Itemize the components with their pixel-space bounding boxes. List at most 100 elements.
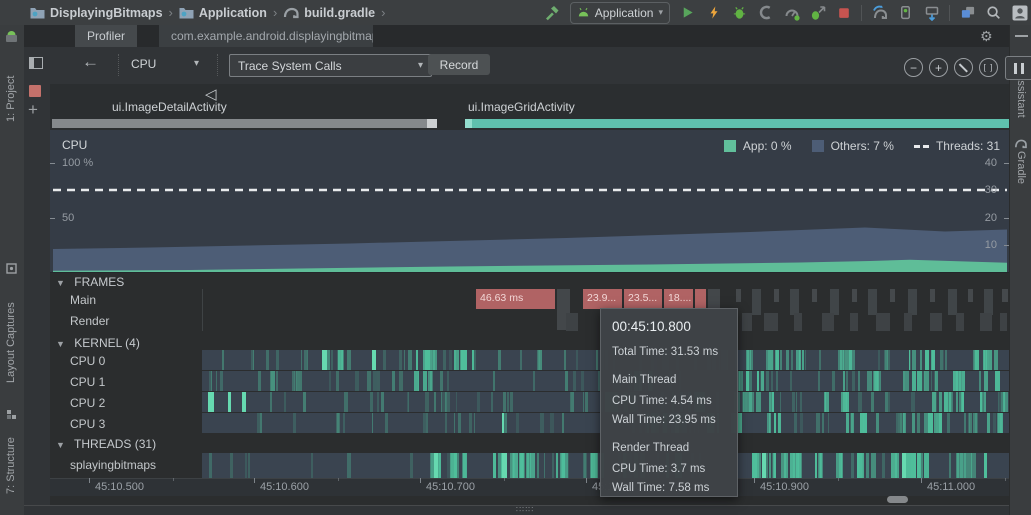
frame-bar-main <box>774 289 779 302</box>
frame-bar-render <box>566 313 578 331</box>
run-toolbar: Application ▾ <box>544 0 1028 25</box>
frames-row-main-label: Main <box>70 293 96 307</box>
gradle-tool-icon <box>1014 137 1028 149</box>
attach-debugger-icon[interactable] <box>809 4 826 21</box>
frame-bar-render <box>764 313 778 331</box>
project-structure-icon[interactable] <box>959 4 976 21</box>
stop-icon[interactable] <box>835 4 852 21</box>
tooltip-timestamp: 00:45:10.800 <box>612 319 726 336</box>
kernel-row-label: CPU 3 <box>70 417 105 431</box>
tool-window-tabbar: Profiler com.example.android.displayingb… <box>24 25 1009 47</box>
time-axis <box>50 478 1009 496</box>
cpu-usage-monitor[interactable]: CPU App: 0 % Others: 7 % Threads: 31 100… <box>50 130 1009 273</box>
sidebar-item-layout-captures[interactable]: Layout Captures <box>5 277 17 383</box>
gradle-sync-icon[interactable] <box>871 4 888 21</box>
sidebar-item-gradle[interactable]: Gradle <box>1015 151 1027 197</box>
breadcrumb-module[interactable]: Application <box>179 6 267 20</box>
frame-bar-main <box>868 289 877 315</box>
kernel-row-label: CPU 1 <box>70 375 105 389</box>
chevron-down-icon: ▾ <box>418 60 423 71</box>
axis-label: 10 <box>985 239 997 251</box>
tab-session[interactable]: com.example.android.displayingbitmaps (G… <box>159 25 373 47</box>
tab-profiler[interactable]: Profiler <box>75 25 137 47</box>
activity-bar-detail[interactable] <box>52 119 437 128</box>
device-manager-icon[interactable] <box>897 4 914 21</box>
frame-bar-render <box>980 313 992 331</box>
search-everywhere-icon[interactable] <box>985 4 1002 21</box>
frame-tooltip: 00:45:10.800 Total Time: 31.53 ms Main T… <box>600 308 738 497</box>
right-tool-strip: Assistant Gradle <box>1009 25 1031 515</box>
legend-threads: Threads: 31 <box>914 139 1000 153</box>
frame-bar-render <box>1000 313 1007 331</box>
project-tool-icon <box>5 30 18 43</box>
kernel-row-label: CPU 0 <box>70 354 105 368</box>
frame-bar-main <box>1002 289 1008 302</box>
frame-bar-render <box>794 313 802 331</box>
chevron-down-icon: ▾ <box>658 7 663 18</box>
sdk-manager-icon[interactable] <box>923 4 940 21</box>
hide-tool-window-icon[interactable] <box>1015 35 1028 37</box>
zoom-out-icon[interactable]: − <box>904 58 923 77</box>
add-icon[interactable]: + <box>28 100 38 120</box>
zoom-to-selection-icon[interactable]: [ ] <box>979 58 998 77</box>
build-hammer-icon[interactable] <box>544 4 561 21</box>
back-arrow-icon[interactable]: ← <box>82 52 99 72</box>
pause-live-button[interactable] <box>1005 56 1031 80</box>
axis-tick <box>1004 218 1009 219</box>
axis-label: 40 <box>985 157 997 169</box>
frame-bar-main: 46.63 ms <box>476 289 555 309</box>
horizontal-scrollbar-thumb[interactable] <box>887 496 908 503</box>
frame-bar-render <box>930 313 942 331</box>
folder-icon <box>179 6 194 19</box>
frame-bar-render <box>822 313 834 331</box>
record-button[interactable]: Record <box>428 54 490 75</box>
main-toolbar: DisplayingBitmaps › Application › build.… <box>0 0 1031 26</box>
reset-zoom-icon[interactable] <box>954 58 973 77</box>
user-avatar[interactable] <box>1011 4 1028 21</box>
record-marker-icon[interactable] <box>29 85 41 97</box>
bottom-splitter[interactable]: ∷∷∷ <box>24 505 1009 515</box>
activity-bar-grid[interactable] <box>465 119 1009 128</box>
legend-dash-swatch <box>914 145 929 148</box>
frame-bar-main <box>930 289 935 302</box>
layout-captures-icon <box>6 263 17 274</box>
legend-swatch <box>812 140 824 152</box>
sidebar-item-project[interactable]: 1: Project <box>5 44 17 122</box>
frame-bar-main <box>852 289 857 302</box>
profiler-icon[interactable] <box>783 4 800 21</box>
breadcrumb-file[interactable]: build.gradle <box>283 6 375 20</box>
profiler-toolbar: ← CPU ▾ Trace System Calls ▾ Record − + … <box>24 47 1009 85</box>
frame-bar-main <box>908 289 917 315</box>
window-mode-icon[interactable] <box>29 57 43 69</box>
apply-changes-icon[interactable] <box>705 4 722 21</box>
coverage-icon[interactable] <box>757 4 774 21</box>
debug-icon[interactable] <box>731 4 748 21</box>
gear-icon[interactable]: ⚙ <box>980 28 993 45</box>
breadcrumb-separator: › <box>379 5 387 20</box>
threads-section-header[interactable]: ▼ THREADS (31) <box>56 437 156 451</box>
axis-tick <box>1004 163 1009 164</box>
breadcrumb-project[interactable]: DisplayingBitmaps <box>30 6 163 20</box>
toolbar-separator <box>861 5 862 21</box>
frames-section-header[interactable]: ▼ FRAMES <box>56 275 124 289</box>
sidebar-item-assistant[interactable]: Assistant <box>1015 73 1027 135</box>
structure-tool-icon <box>6 409 17 420</box>
frame-bar-main <box>984 289 993 315</box>
trace-type-select[interactable]: Trace System Calls ▾ <box>229 54 432 77</box>
run-config-select[interactable]: Application ▾ <box>570 2 670 24</box>
kernel-row-label: CPU 2 <box>70 396 105 410</box>
gradle-icon <box>283 7 299 19</box>
kernel-section-header[interactable]: ▼ KERNEL (4) <box>56 336 140 350</box>
tooltip-line: Wall Time: 23.95 ms <box>612 413 726 427</box>
axis-label: 100 % <box>62 157 93 169</box>
monitor-selector[interactable]: CPU <box>131 57 156 71</box>
run-icon[interactable] <box>679 4 696 21</box>
frame-bar-main <box>968 289 973 302</box>
frame-bar-main: 18.... <box>664 289 693 309</box>
frame-bar-main <box>736 289 741 302</box>
frame-bar-main <box>557 289 570 330</box>
axis-tick <box>50 163 55 164</box>
event-timeline: ◁ ui.ImageDetailActivity ui.ImageGridAct… <box>50 84 1009 130</box>
sidebar-item-structure[interactable]: 7: Structure <box>5 422 17 494</box>
zoom-in-icon[interactable]: + <box>929 58 948 77</box>
